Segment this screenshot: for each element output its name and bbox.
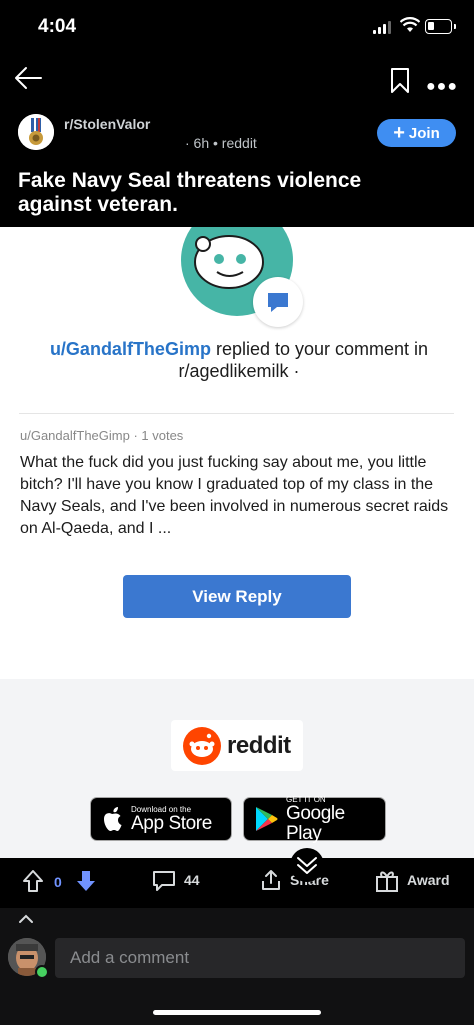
share-icon[interactable] [259,868,283,892]
online-status-dot [35,965,49,979]
cellular-signal-icon [373,20,395,34]
award-icon[interactable] [375,869,399,893]
divider [19,413,454,414]
post-meta: · 6h • reddit [185,135,257,151]
view-reply-button: View Reply [123,575,351,618]
action-bar [0,858,474,908]
comment-icon[interactable] [152,870,176,892]
chat-icon [268,293,288,312]
reddit-wordmark: reddit [227,731,291,759]
comment-placeholder: Add a comment [70,948,190,967]
back-arrow-icon[interactable] [14,66,42,90]
post-image[interactable]: u/GandalfTheGimp replied to your comment… [0,227,474,858]
post-title: Fake Navy Seal threatens violence agains… [18,169,362,216]
google-play-badge: GET IT ON Google Play [243,795,386,844]
status-time: 4:04 [38,16,77,37]
reply-text: replied to your comment in [210,339,429,359]
add-comment-input[interactable]: Add a comment [55,938,465,978]
vote-count: 0 [54,874,62,890]
subreddit-name[interactable]: r/StolenValor [64,116,150,132]
reddit-logo: reddit [171,720,303,771]
chat-bubble-badge [253,277,303,327]
app-store-badge: Download on the App Store [90,797,232,841]
more-icon[interactable]: ●●● [426,78,458,96]
apple-icon [104,807,122,831]
google-play-icon [255,807,278,831]
join-label: Join [408,124,440,142]
upvote-icon[interactable] [22,869,44,893]
comment-meta: u/GandalfTheGimp · 1 votes [20,428,184,443]
chevron-down-icon [297,857,317,874]
reddit-logo-icon [183,726,221,765]
comments-count[interactable]: 44 [184,872,200,888]
downvote-icon[interactable] [75,869,97,893]
bookmark-icon[interactable] [390,67,410,94]
wifi-icon [400,17,420,32]
reply-username: u/GandalfTheGimp [49,339,211,359]
comment-body: What the fuck did you just fucking say a… [20,454,449,537]
reply-heading: u/GandalfTheGimp replied to your comment… [24,338,454,382]
plus-icon: + [393,122,405,144]
google-play-big-text: Google Play [285,802,345,844]
collapse-button[interactable] [290,848,324,882]
reply-subreddit: r/agedlikemilk · [178,361,300,381]
home-indicator[interactable] [153,1010,321,1015]
award-label[interactable]: Award [407,872,450,888]
chevron-up-icon[interactable] [18,914,34,924]
app-store-big-text: App Store [131,812,212,834]
subreddit-avatar[interactable] [18,114,54,150]
join-button[interactable]: + Join [377,119,456,147]
battery-icon [425,19,456,34]
